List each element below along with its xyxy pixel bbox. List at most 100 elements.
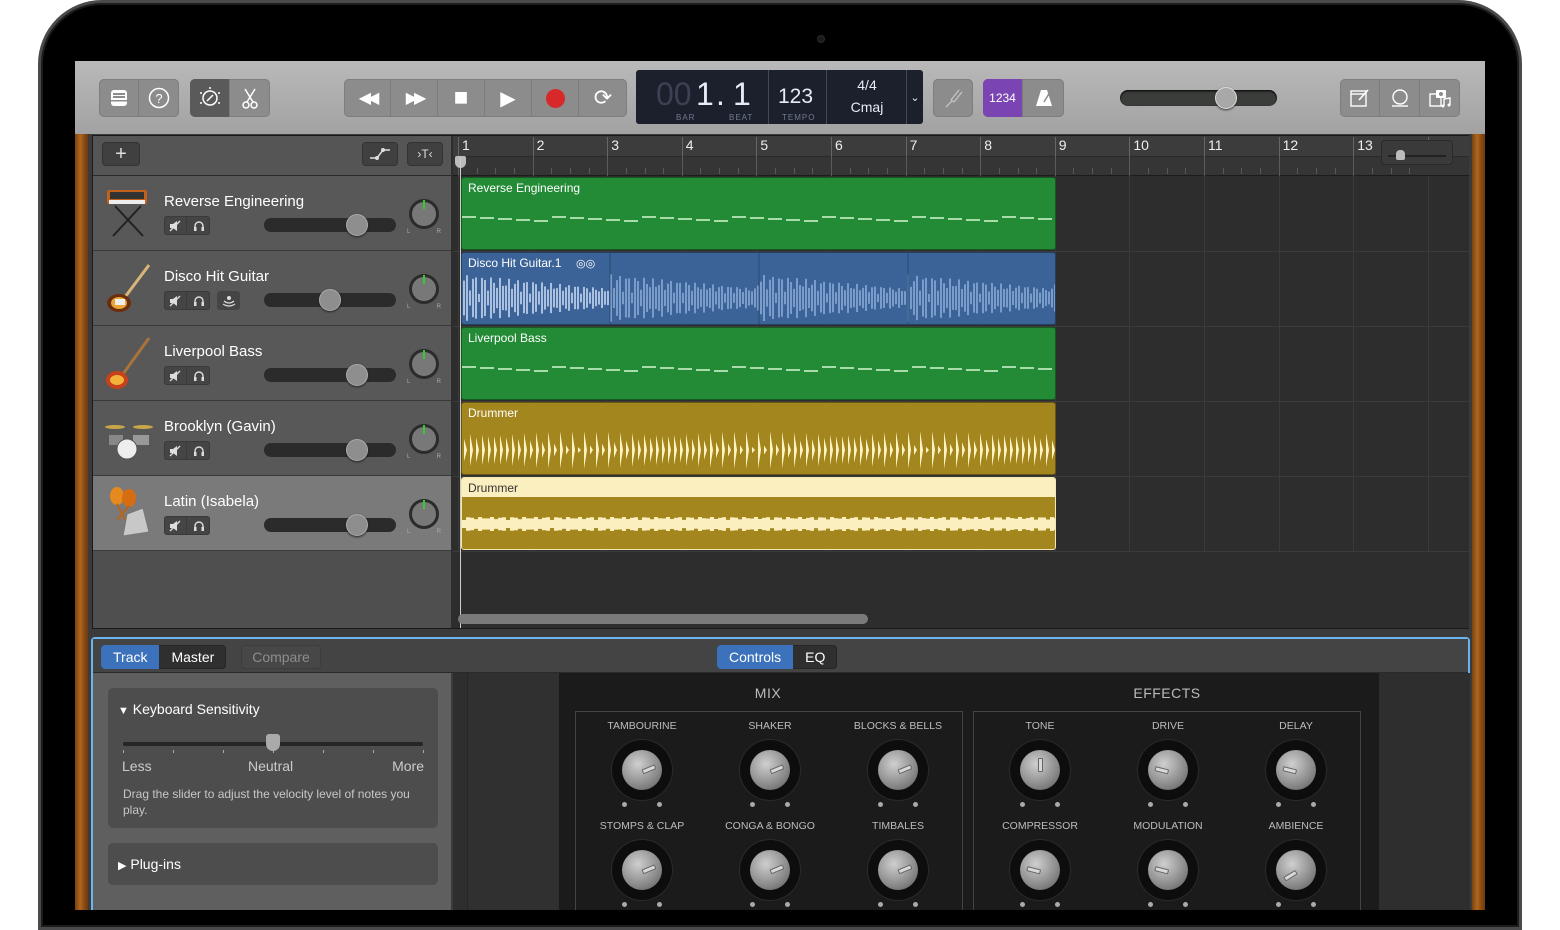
volume-slider[interactable]: [264, 214, 396, 236]
mute-button[interactable]: [164, 216, 187, 235]
knob[interactable]: [1010, 740, 1070, 800]
knob-control[interactable]: TAMBOURINE: [578, 720, 706, 808]
knob-control[interactable]: TONE: [976, 720, 1104, 808]
volume-slider-thumb[interactable]: [345, 514, 368, 536]
ruler-beats[interactable]: [453, 156, 1469, 176]
solo-button[interactable]: [187, 516, 210, 535]
knob[interactable]: [740, 740, 800, 800]
volume-slider-thumb[interactable]: [345, 439, 368, 461]
ruler-bar-11[interactable]: 11: [1204, 137, 1223, 157]
keyboard-sensitivity-disclosure[interactable]: ▼ Keyboard Sensitivity: [118, 701, 260, 717]
cycle-button[interactable]: ⟳: [579, 79, 627, 117]
solo-button[interactable]: [187, 291, 210, 310]
knob-control[interactable]: COMPRESSOR: [976, 820, 1104, 908]
track-header[interactable]: Disco Hit Guitar LR: [93, 251, 451, 326]
solo-button[interactable]: [187, 441, 210, 460]
metronome-button[interactable]: [1023, 79, 1064, 117]
knob[interactable]: [1138, 740, 1198, 800]
ruler[interactable]: 1234567891011121314: [453, 136, 1469, 176]
compare-button[interactable]: Compare: [241, 645, 321, 669]
mute-button[interactable]: [164, 366, 187, 385]
mute-button[interactable]: [164, 291, 187, 310]
automation-button[interactable]: [362, 142, 398, 166]
ruler-bar-2[interactable]: 2: [532, 137, 544, 157]
volume-slider-thumb[interactable]: [345, 364, 368, 386]
knob-control[interactable]: TIMBALES: [834, 820, 962, 908]
count-in-button[interactable]: 1234: [983, 79, 1023, 117]
knob[interactable]: [868, 740, 928, 800]
master-volume-slider[interactable]: [1120, 87, 1277, 109]
position-display[interactable]: 00 1 . 1 BAR BEAT: [636, 70, 769, 124]
pan-knob[interactable]: LR: [407, 499, 441, 535]
region[interactable]: Drummer: [461, 402, 1056, 475]
knob[interactable]: [1266, 840, 1326, 900]
volume-slider[interactable]: [264, 364, 396, 386]
knob[interactable]: [1266, 740, 1326, 800]
ruler-bar-9[interactable]: 9: [1054, 137, 1067, 157]
library-button[interactable]: [99, 79, 139, 117]
stop-button[interactable]: ■: [438, 79, 485, 117]
track-header[interactable]: Reverse Engineering LR: [93, 176, 451, 251]
track-zoom-slider[interactable]: [1381, 140, 1453, 165]
lcd-display[interactable]: 00 1 . 1 BAR BEAT 123 TEMPO 4/4 Cmaj ⌄: [636, 70, 923, 124]
master-volume-knob[interactable]: [1214, 87, 1237, 109]
track-header[interactable]: Brooklyn (Gavin) LR: [93, 401, 451, 476]
knob-control[interactable]: CONGA & BONGO: [706, 820, 834, 908]
knob[interactable]: [740, 840, 800, 900]
ruler-bar-3[interactable]: 3: [607, 137, 619, 157]
pan-knob[interactable]: LR: [407, 274, 441, 310]
signature-key-display[interactable]: 4/4 Cmaj: [827, 70, 907, 124]
track-header[interactable]: Latin (Isabela) LR: [93, 476, 451, 551]
volume-slider[interactable]: [264, 439, 396, 461]
region[interactable]: Reverse Engineering: [461, 177, 1056, 250]
volume-slider[interactable]: [264, 289, 396, 311]
ruler-bar-5[interactable]: 5: [756, 137, 768, 157]
ruler-bar-7[interactable]: 7: [905, 137, 917, 157]
mute-button[interactable]: [164, 441, 187, 460]
ruler-bar-4[interactable]: 4: [681, 137, 694, 157]
media-browser-button[interactable]: [1420, 79, 1460, 117]
mute-button[interactable]: [164, 516, 187, 535]
knob-control[interactable]: SHAKER: [706, 720, 834, 808]
smart-controls-button[interactable]: [190, 79, 230, 117]
pan-knob[interactable]: LR: [407, 199, 441, 235]
tempo-display[interactable]: 123 TEMPO: [769, 70, 827, 124]
knob-control[interactable]: DELAY: [1232, 720, 1360, 808]
add-track-button[interactable]: +: [102, 142, 140, 166]
ruler-bar-12[interactable]: 12: [1278, 137, 1298, 157]
tuner-button[interactable]: [933, 79, 973, 117]
knob-control[interactable]: BLOCKS & BELLS: [834, 720, 962, 808]
notepad-button[interactable]: [1340, 79, 1380, 117]
pan-knob[interactable]: LR: [407, 424, 441, 460]
knob-control[interactable]: AMBIENCE: [1232, 820, 1360, 908]
rewind-button[interactable]: ◀◀: [344, 79, 391, 117]
solo-button[interactable]: [187, 366, 210, 385]
volume-slider-thumb[interactable]: [345, 214, 368, 236]
knob[interactable]: [1010, 840, 1070, 900]
tab-controls[interactable]: Controls: [717, 645, 794, 669]
knob[interactable]: [868, 840, 928, 900]
knob-control[interactable]: STOMPS & CLAP: [578, 820, 706, 908]
track-header[interactable]: Liverpool Bass LR: [93, 326, 451, 401]
input-monitor-button[interactable]: [217, 291, 240, 310]
playhead[interactable]: [460, 158, 461, 628]
lcd-mode-dropdown[interactable]: ⌄: [907, 70, 923, 124]
ruler-bar-13[interactable]: 13: [1353, 137, 1373, 157]
plugins-section[interactable]: ▶ Plug-ins: [108, 843, 438, 885]
play-button[interactable]: ▶: [485, 79, 532, 117]
ruler-bar-6[interactable]: 6: [831, 137, 843, 157]
tab-track[interactable]: Track: [101, 645, 160, 669]
sensitivity-slider-thumb[interactable]: [266, 734, 280, 751]
solo-button[interactable]: [187, 216, 210, 235]
record-button[interactable]: [532, 79, 579, 117]
horizontal-scrollbar[interactable]: [458, 614, 868, 624]
volume-slider[interactable]: [264, 514, 396, 536]
tab-eq[interactable]: EQ: [793, 645, 837, 669]
tab-master[interactable]: Master: [159, 645, 226, 669]
quick-help-button[interactable]: ?: [139, 79, 179, 117]
plugins-disclosure[interactable]: ▶ Plug-ins: [118, 856, 181, 872]
flex-time-button[interactable]: ›T‹: [407, 142, 443, 166]
region[interactable]: Liverpool Bass: [461, 327, 1056, 400]
loop-browser-button[interactable]: [1380, 79, 1420, 117]
knob-control[interactable]: MODULATION: [1104, 820, 1232, 908]
